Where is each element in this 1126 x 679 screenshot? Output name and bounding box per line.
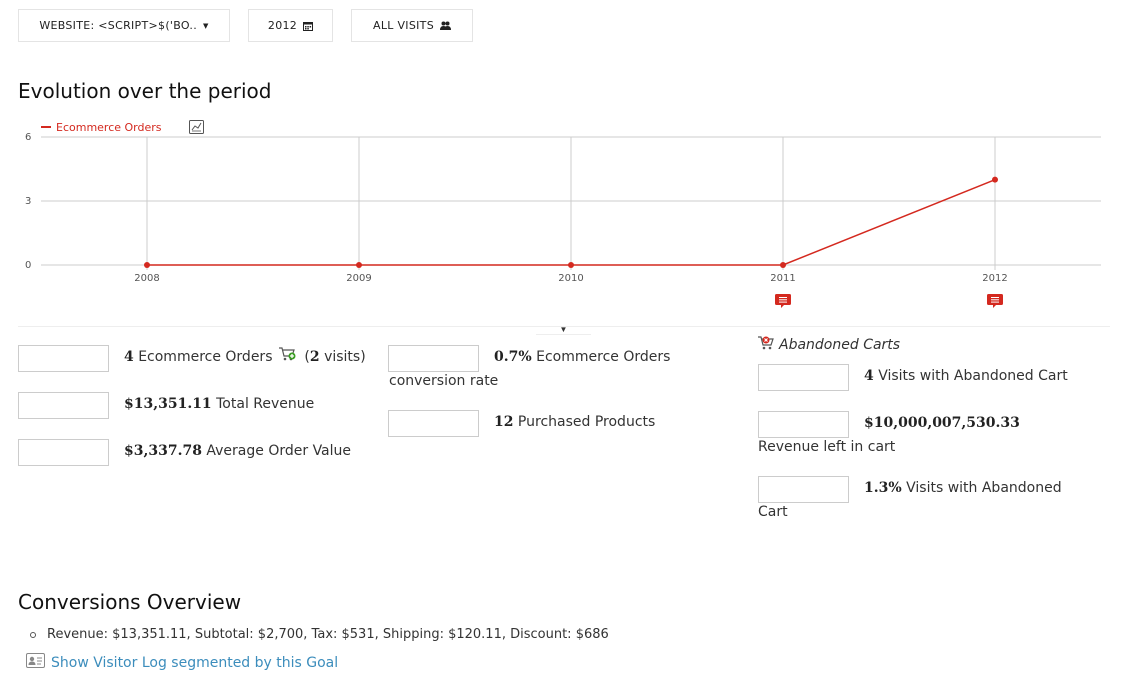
metric-value: $3,337.78 bbox=[124, 443, 202, 459]
abandoned-carts-heading: Abandoned Carts bbox=[758, 336, 900, 354]
chevron-down-icon: ▼ bbox=[203, 21, 209, 30]
metric-value: $10,000,007,530.33 bbox=[864, 415, 1020, 431]
x-tick-label: 2009 bbox=[346, 273, 371, 284]
metric-visits-value: 2 bbox=[309, 349, 320, 365]
caret-down-icon: ▼ bbox=[559, 325, 568, 334]
users-icon bbox=[439, 21, 451, 30]
x-tick-label: 2010 bbox=[558, 273, 583, 284]
legend-label: Ecommerce Orders bbox=[56, 121, 162, 134]
evolution-chart: 0 3 6 2008 2009 2010 2011 2012 Ecommerce Orders bbox=[25, 120, 1101, 308]
list-item: Revenue: $13,351.11, Subtotal: $2,700, T… bbox=[30, 627, 609, 642]
sparkline-abandoned-rate[interactable] bbox=[758, 476, 849, 503]
sparkline-total-revenue[interactable] bbox=[18, 392, 109, 419]
metric-value: 0.7% bbox=[494, 349, 532, 365]
metric-conversion-rate: 0.7% Ecommerce Orders bbox=[494, 345, 670, 369]
metric-value: 4 bbox=[124, 349, 134, 365]
data-point[interactable] bbox=[992, 176, 998, 183]
conversions-summary: Revenue: $13,351.11, Subtotal: $2,700, T… bbox=[47, 627, 609, 642]
evolution-title: Evolution over the period bbox=[18, 79, 272, 103]
metric-label: Purchased Products bbox=[513, 414, 656, 430]
x-tick-label: 2008 bbox=[134, 273, 159, 284]
sparkline-purchased-products[interactable] bbox=[388, 410, 479, 437]
abandoned-carts-title: Abandoned Carts bbox=[779, 337, 901, 353]
website-selector-label: WEBSITE: <SCRIPT>$('BO.. bbox=[39, 19, 197, 32]
metric-average-order-value: $3,337.78 Average Order Value bbox=[124, 439, 351, 463]
data-point[interactable] bbox=[568, 262, 574, 268]
segment-selector[interactable]: ALL VISITS bbox=[351, 9, 473, 42]
metric-value: 12 bbox=[494, 414, 514, 430]
metric-revenue-left: $10,000,007,530.33 bbox=[864, 411, 1020, 435]
period-selector-label: 2012 bbox=[267, 19, 298, 32]
cart-remove-icon bbox=[758, 336, 775, 354]
metric-label: Total Revenue bbox=[211, 396, 315, 412]
conversions-list: Revenue: $13,351.11, Subtotal: $2,700, T… bbox=[30, 627, 609, 642]
y-tick-label: 0 bbox=[25, 260, 31, 271]
collapse-toggle[interactable]: ▼ bbox=[536, 325, 591, 335]
sparkline-abandoned-visits[interactable] bbox=[758, 364, 849, 391]
series-picker-icon[interactable] bbox=[189, 120, 204, 134]
y-tick-label: 3 bbox=[25, 196, 31, 207]
data-point[interactable] bbox=[356, 262, 362, 268]
bullet-icon bbox=[30, 631, 36, 638]
metric-label: Visits with Abandoned bbox=[901, 480, 1062, 496]
metric-conversion-rate-label2: conversion rate bbox=[389, 373, 499, 389]
metric-purchased-products: 12 Purchased Products bbox=[494, 410, 655, 434]
visitor-log-link[interactable]: Show Visitor Log segmented by this Goal bbox=[26, 653, 338, 672]
metric-value: 4 bbox=[864, 368, 874, 384]
metric-label: Ecommerce Orders bbox=[531, 349, 671, 365]
data-point[interactable] bbox=[144, 262, 150, 268]
chart-legend[interactable]: Ecommerce Orders bbox=[41, 121, 162, 134]
conversions-title: Conversions Overview bbox=[18, 590, 242, 614]
sparkline-average-order-value[interactable] bbox=[18, 439, 109, 466]
metric-abandoned-rate-label2: Cart bbox=[758, 504, 788, 520]
y-tick-label: 6 bbox=[25, 132, 31, 143]
metric-label: Visits with Abandoned Cart bbox=[873, 368, 1068, 384]
metric-label: Average Order Value bbox=[201, 443, 352, 459]
calendar-icon bbox=[303, 21, 314, 31]
metric-abandoned-rate: 1.3% Visits with Abandoned bbox=[864, 476, 1062, 500]
metric-value: 1.3% bbox=[864, 480, 902, 496]
cart-add-icon bbox=[278, 345, 296, 369]
sparkline-ecommerce-orders[interactable] bbox=[18, 345, 109, 372]
period-selector[interactable]: 2012 bbox=[248, 9, 333, 42]
metric-value: $13,351.11 bbox=[124, 396, 212, 412]
metric-visits-label: visits) bbox=[319, 349, 366, 365]
x-tick-label: 2012 bbox=[982, 273, 1007, 284]
metric-revenue-left-label: Revenue left in cart bbox=[758, 439, 896, 455]
annotation-icon[interactable] bbox=[775, 294, 791, 308]
website-selector[interactable]: WEBSITE: <SCRIPT>$('BO.. ▼ bbox=[18, 9, 230, 42]
x-tick-label: 2011 bbox=[770, 273, 795, 284]
visitor-profile-icon bbox=[26, 653, 45, 672]
segment-selector-label: ALL VISITS bbox=[373, 19, 434, 32]
sparkline-conversion-rate[interactable] bbox=[388, 345, 479, 372]
data-point[interactable] bbox=[780, 262, 786, 268]
visitor-log-link-label: Show Visitor Log segmented by this Goal bbox=[51, 654, 339, 671]
metric-label: Ecommerce Orders bbox=[133, 349, 273, 365]
metric-ecommerce-orders: 4 Ecommerce Orders (2 visits) bbox=[124, 345, 384, 369]
annotation-icon[interactable] bbox=[987, 294, 1003, 308]
sparkline-revenue-left[interactable] bbox=[758, 411, 849, 438]
metric-abandoned-visits: 4 Visits with Abandoned Cart bbox=[864, 364, 1068, 388]
metric-total-revenue: $13,351.11 Total Revenue bbox=[124, 392, 314, 416]
